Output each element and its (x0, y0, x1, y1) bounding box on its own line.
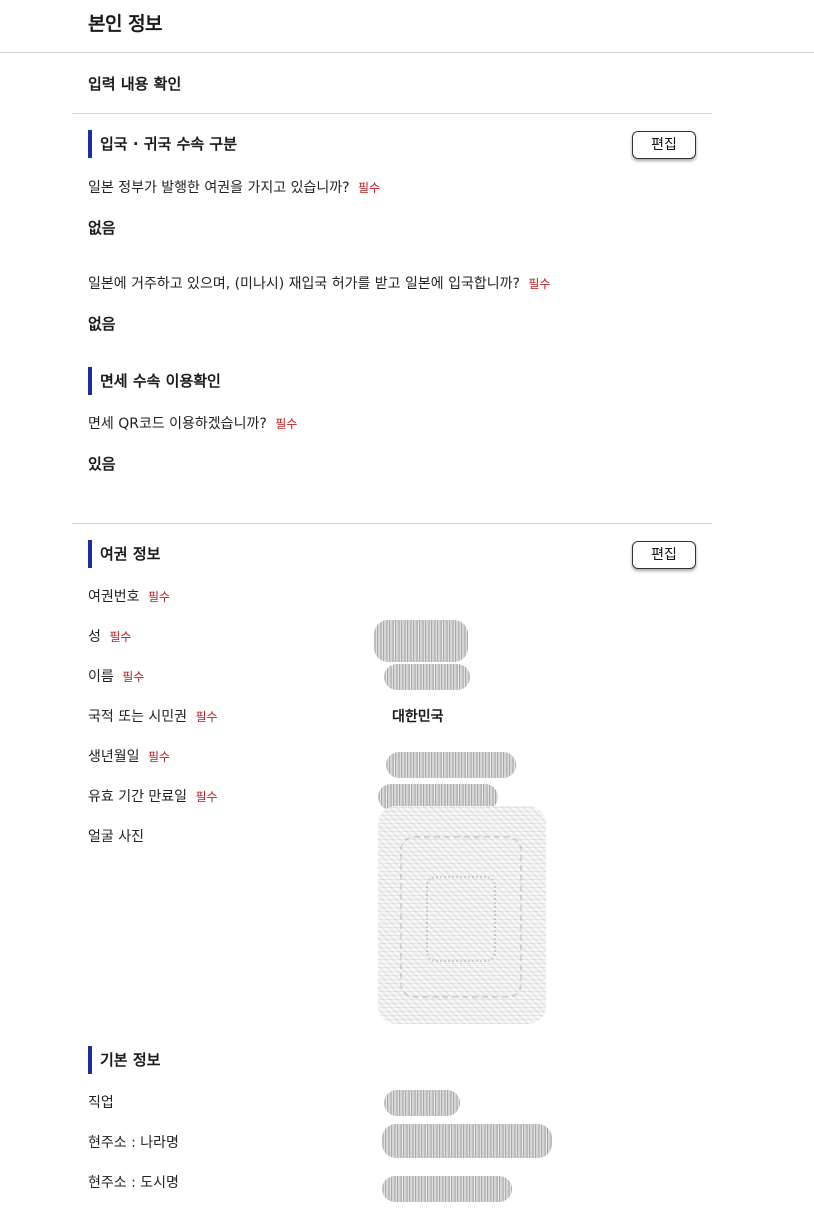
redacted-given-name (384, 664, 470, 690)
confirm-title: 입력 내용 확인 (88, 75, 182, 93)
divider (72, 113, 712, 114)
field-label: 성 (88, 629, 101, 645)
divider (72, 523, 712, 524)
redacted-city (382, 1176, 512, 1202)
section-title-entry: 입국 · 귀국 수속 구분 (88, 130, 237, 158)
field-given-name: 이름 필수 (88, 667, 144, 687)
question-reentry-permit: 일본에 거주하고 있으며, (미나시) 재입국 허가를 받고 일본에 입국합니까… (88, 274, 550, 294)
question-text: 면세 QR코드 이용하겠습니까? (88, 416, 267, 432)
redacted-surname (374, 620, 468, 662)
section-title-basic: 기본 정보 (88, 1046, 160, 1074)
section-title-passport: 여권 정보 (88, 540, 160, 568)
question-text: 일본에 거주하고 있으며, (미나시) 재입국 허가를 받고 일본에 입국합니까… (88, 276, 520, 292)
field-label: 직업 (88, 1095, 114, 1111)
field-country: 현주소 : 나라명 (88, 1133, 179, 1153)
required-badge: 필수 (147, 590, 171, 604)
field-face-photo: 얼굴 사진 (88, 827, 144, 847)
field-label: 생년월일 (88, 749, 140, 765)
question-duty-free-qr: 면세 QR코드 이용하겠습니까? 필수 (88, 414, 297, 434)
redacted-country (382, 1124, 552, 1158)
field-label: 이름 (88, 669, 114, 685)
section-title-duty-free: 면세 수속 이용확인 (88, 367, 221, 395)
redacted-birthdate (386, 752, 516, 778)
field-passport-number: 여권번호 필수 (88, 587, 170, 607)
field-label: 국적 또는 시민권 (88, 709, 188, 725)
face-photo (378, 806, 546, 1024)
field-label: 여권번호 (88, 589, 140, 605)
answer-reentry-permit: 없음 (88, 315, 116, 333)
field-birthdate: 생년월일 필수 (88, 747, 170, 767)
required-badge: 필수 (528, 277, 551, 291)
page-title: 본인 정보 (88, 13, 163, 35)
page-header: 본인 정보 (0, 0, 814, 53)
nationality-value: 대한민국 (392, 709, 444, 725)
answer-japan-passport: 없음 (88, 219, 116, 237)
field-label: 유효 기간 만료일 (88, 789, 188, 805)
question-japan-passport: 일본 정부가 발행한 여권을 가지고 있습니까? 필수 (88, 178, 380, 198)
field-label: 현주소 : 도시명 (88, 1175, 179, 1191)
required-badge: 필수 (275, 417, 298, 431)
field-surname: 성 필수 (88, 627, 131, 647)
required-badge: 필수 (357, 181, 381, 195)
field-label: 현주소 : 나라명 (88, 1135, 179, 1151)
edit-passport-button[interactable]: 편집 (632, 541, 696, 569)
edit-entry-button[interactable]: 편집 (632, 131, 696, 159)
field-occupation: 직업 (88, 1093, 114, 1113)
field-city: 현주소 : 도시명 (88, 1173, 179, 1193)
redacted-occupation (384, 1090, 460, 1116)
answer-duty-free-qr: 있음 (88, 455, 116, 473)
field-nationality: 국적 또는 시민권 필수 (88, 707, 218, 727)
question-text: 일본 정부가 발행한 여권을 가지고 있습니까? (88, 180, 350, 196)
required-badge: 필수 (122, 670, 145, 684)
required-badge: 필수 (195, 710, 218, 724)
field-expiry-date: 유효 기간 만료일 필수 (88, 787, 218, 807)
required-badge: 필수 (195, 790, 218, 804)
required-badge: 필수 (147, 750, 171, 764)
required-badge: 필수 (109, 630, 132, 644)
field-label: 얼굴 사진 (88, 829, 144, 845)
